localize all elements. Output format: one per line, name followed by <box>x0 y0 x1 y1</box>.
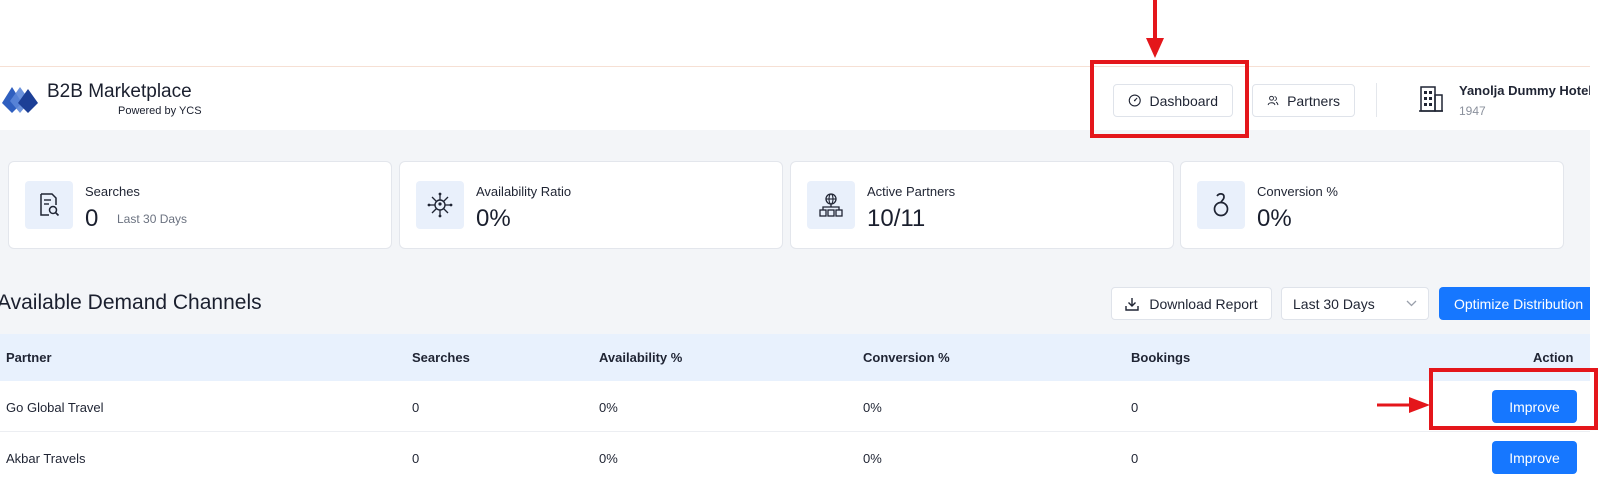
brand-logo-icon <box>2 87 38 113</box>
stat-card-active-partners: Active Partners 10/11 <box>790 161 1174 249</box>
cell-bookings: 0 <box>1131 400 1139 415</box>
optimize-distribution-button[interactable]: Optimize Distribution <box>1439 287 1590 320</box>
column-header-partner: Partner <box>6 350 52 365</box>
partners-globe-icon <box>807 181 855 229</box>
download-report-button[interactable]: Download Report <box>1111 287 1272 320</box>
nav-partners-button[interactable]: Partners <box>1252 84 1355 117</box>
stat-value: 10/11 <box>867 205 926 232</box>
cell-searches: 0 <box>412 451 420 466</box>
stat-label: Searches <box>85 184 140 199</box>
period-selected-value: Last 30 Days <box>1293 295 1375 312</box>
annotation-arrow-down-icon <box>1146 0 1164 58</box>
stat-card-searches: Searches 0 Last 30 Days <box>8 161 392 249</box>
table-header: Partner Searches Availability % Conversi… <box>0 334 1590 381</box>
stat-value: 0 <box>85 205 99 232</box>
download-report-label: Download Report <box>1149 295 1258 312</box>
brand-name: B2B Marketplace <box>47 81 192 102</box>
cell-availability: 0% <box>599 400 618 415</box>
search-report-icon <box>25 181 73 229</box>
column-header-searches: Searches <box>412 350 470 365</box>
hotel-id: 1947 <box>1459 104 1486 118</box>
chevron-down-icon <box>1406 300 1417 307</box>
nav-partners-label: Partners <box>1287 92 1340 109</box>
stat-card-conversion: Conversion % 0% <box>1180 161 1564 249</box>
stat-label: Active Partners <box>867 184 956 199</box>
stat-period: Last 30 Days <box>117 212 188 226</box>
improve-button[interactable]: Improve <box>1492 441 1577 474</box>
stat-value: 0% <box>1257 205 1292 232</box>
stat-label: Conversion % <box>1257 184 1338 199</box>
stat-label: Availability Ratio <box>476 184 572 199</box>
cell-partner: Go Global Travel <box>6 400 104 415</box>
cell-conversion: 0% <box>863 451 882 466</box>
column-header-availability: Availability % <box>599 350 683 365</box>
table-row: Akbar Travels 0 0% 0% 0 Improve <box>0 432 1590 481</box>
availability-network-icon <box>416 181 464 229</box>
partners-icon <box>1267 95 1279 106</box>
demand-channels-table: Partner Searches Availability % Conversi… <box>0 334 1590 481</box>
annotation-arrow-right-icon <box>1377 397 1430 413</box>
cell-bookings: 0 <box>1131 451 1139 466</box>
cell-availability: 0% <box>599 451 618 466</box>
stat-value: 0% <box>476 205 511 232</box>
header-divider <box>1376 83 1377 117</box>
column-header-conversion: Conversion % <box>863 350 950 365</box>
period-select[interactable]: Last 30 Days <box>1281 287 1429 320</box>
cell-conversion: 0% <box>863 400 882 415</box>
column-header-action: Action <box>1533 350 1574 365</box>
column-header-bookings: Bookings <box>1131 350 1191 365</box>
table-row: Go Global Travel 0 0% 0% 0 Improve <box>0 381 1590 432</box>
stat-card-availability: Availability Ratio 0% <box>399 161 783 249</box>
annotation-highlight-dashboard <box>1090 60 1249 138</box>
hotel-building-icon <box>1419 86 1443 112</box>
download-icon <box>1125 297 1140 311</box>
hotel-name[interactable]: Yanolja Dummy Hotel <box>1459 83 1590 98</box>
brand-tagline: Powered by YCS <box>118 105 202 117</box>
conversion-icon <box>1197 181 1245 229</box>
annotation-highlight-improve <box>1429 368 1598 430</box>
page: B2B Marketplace Powered by YCS Dashboard… <box>0 0 1600 481</box>
cell-partner: Akbar Travels <box>6 451 86 466</box>
section-title: Available Demand Channels <box>0 291 262 314</box>
app-header: B2B Marketplace Powered by YCS Dashboard… <box>0 66 1590 130</box>
cell-searches: 0 <box>412 400 420 415</box>
